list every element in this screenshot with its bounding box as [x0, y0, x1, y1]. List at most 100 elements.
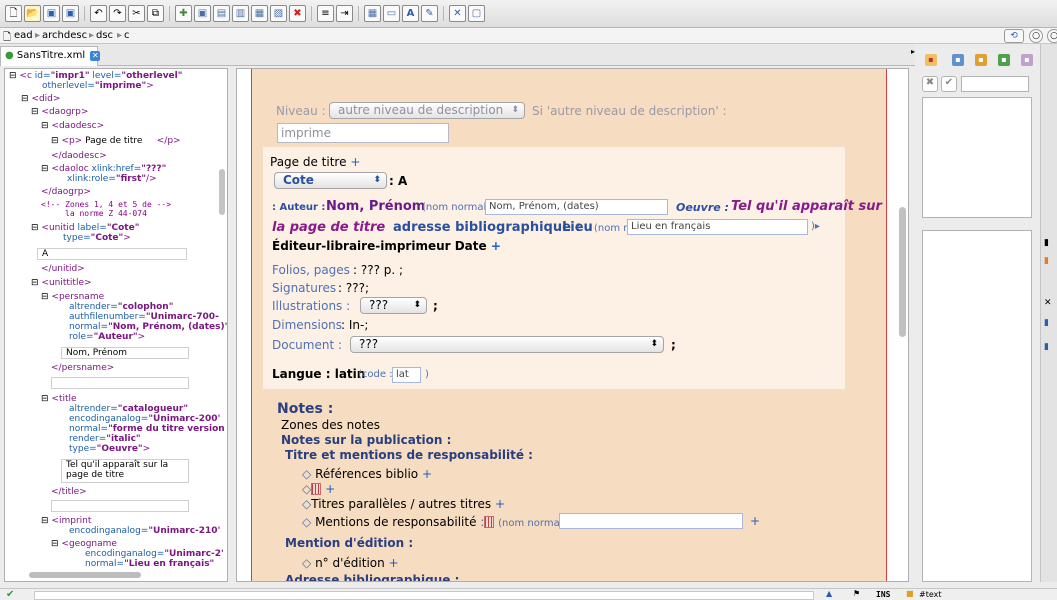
tree-node-daodesc[interactable]: ⊟ <daodesc> — [41, 121, 104, 131]
ornament-icon[interactable] — [311, 483, 322, 495]
tree-node-daogrp[interactable]: ⊟ <daogrp> — [31, 107, 88, 117]
add-element-icon[interactable]: ▪ — [925, 54, 937, 66]
text-a-icon[interactable]: A — [402, 5, 419, 22]
table-icon[interactable]: ▦ — [364, 5, 381, 22]
add-child-icon[interactable]: ▪ — [952, 54, 964, 66]
attribute-list[interactable] — [922, 97, 1032, 218]
command-input[interactable] — [34, 591, 814, 600]
folios-value[interactable]: : ??? p. ; — [353, 263, 403, 277]
tree-node-imprint[interactable]: ⊟ <imprint — [41, 516, 91, 526]
add-no-edition-button[interactable]: + — [389, 556, 399, 570]
open-folder-icon[interactable]: 📂 — [24, 5, 41, 22]
side-icon[interactable]: ▮ — [1044, 238, 1049, 248]
insert-icon[interactable]: ✚ — [175, 5, 192, 22]
add-titres-paralleles-button[interactable]: + — [495, 497, 505, 511]
tree-horizontal-scrollbar[interactable] — [29, 572, 141, 578]
element4-icon[interactable]: ▦ — [251, 5, 268, 22]
delete-icon[interactable]: ✖ — [289, 5, 306, 22]
illustrations-select[interactable]: ??? ⬍ — [360, 297, 427, 314]
add-sibling-icon[interactable]: ▪ — [975, 54, 987, 66]
fold-icon[interactable]: ⊟ — [9, 71, 17, 81]
add-editeur-button[interactable]: + — [491, 239, 501, 253]
tree-node-unitid[interactable]: ⊟ <unitid label="Cote" — [31, 223, 139, 233]
side-icon[interactable]: ✕ — [1044, 298, 1052, 308]
tree-text-persname[interactable]: Nom, Prénom — [61, 347, 189, 359]
fold-icon[interactable]: ⊟ — [41, 516, 49, 526]
mentions-nom-normal-input[interactable] — [559, 513, 743, 529]
tree-empty-text[interactable] — [51, 377, 189, 389]
titres-paralleles-item[interactable]: ◇Titres parallèles / autres titres + — [302, 497, 505, 511]
side-icon[interactable]: ▮ — [1044, 256, 1049, 266]
document-select[interactable]: ??? ⬍ — [350, 336, 664, 353]
form-vertical-scrollbar[interactable] — [899, 207, 906, 337]
tree-node-unittitle[interactable]: ⊟ <unittitle> — [31, 278, 92, 288]
text-node[interactable]: Page de titre — [85, 136, 142, 146]
indent-icon[interactable]: ⇥ — [336, 5, 353, 22]
confirm-button[interactable]: ✔ — [941, 76, 957, 92]
add-refs-biblio-button[interactable]: + — [422, 467, 432, 481]
add-page-titre-button[interactable]: + — [350, 155, 360, 169]
tab-sanstitre[interactable]: ● SansTitre.xml ✕ — [0, 46, 101, 66]
panel-arrow-icon[interactable]: ▸ — [911, 47, 915, 56]
validate-icon[interactable]: ✕ — [449, 5, 466, 22]
save-as-icon[interactable]: ▣ — [62, 5, 79, 22]
breadcrumb-item-c[interactable]: c — [124, 30, 130, 41]
tree-node-did[interactable]: ⊟ <did> — [21, 94, 60, 104]
side-icon[interactable]: ▮ — [1044, 342, 1049, 352]
fold-icon[interactable]: ⊟ — [41, 121, 49, 131]
attribute-value-input[interactable] — [961, 76, 1029, 92]
auteur-name[interactable]: Nom, Prénom — [326, 199, 425, 214]
lieu-close-arrow[interactable]: )▸ — [811, 221, 820, 232]
element5-icon[interactable]: ▧ — [270, 5, 287, 22]
new-doc-icon[interactable]: 🗋 — [5, 5, 22, 22]
tree-node-p[interactable]: ⊟ <p> Page de titre </p> — [51, 136, 181, 146]
refs-biblio-item[interactable]: ◇ Références biblio + — [302, 467, 432, 481]
fold-icon[interactable]: ⊟ — [21, 94, 29, 104]
window-icon[interactable]: ▢ — [468, 5, 485, 22]
no-edition-item[interactable]: ◇ n° d'édition + — [302, 556, 399, 570]
fold-icon[interactable]: ⊟ — [31, 107, 39, 117]
save-icon[interactable]: ▣ — [43, 5, 60, 22]
langue-code-input[interactable]: lat — [392, 367, 421, 383]
tree-node-title[interactable]: ⊟ <title — [41, 394, 77, 404]
lieu-normal-input[interactable]: Lieu en français — [627, 219, 808, 235]
form-view-pane[interactable]: Niveau : autre niveau de description ⬍ S… — [236, 68, 909, 582]
circle-button-icon[interactable]: ○ — [1029, 29, 1043, 43]
circle-button-icon[interactable]: ○ — [1047, 29, 1057, 43]
tree-empty-text[interactable] — [51, 500, 189, 512]
cote-select[interactable]: Cote ⬍ — [274, 172, 387, 189]
remove-button[interactable]: ✖ — [922, 76, 938, 92]
redo-icon[interactable]: ↷ — [109, 5, 126, 22]
tree-node-persname[interactable]: ⊟ <persname — [41, 292, 104, 302]
xml-tree-pane[interactable]: ⊟ <c id="impr1" level="otherlevel" other… — [4, 68, 228, 582]
refresh-icon[interactable]: ⟲ — [1004, 29, 1024, 43]
up-arrow-icon[interactable]: ▲ — [826, 589, 832, 598]
auteur-normal-input[interactable]: Nom, Prénom, (dates) — [485, 199, 668, 215]
move-icon[interactable]: ▪ — [1021, 54, 1033, 66]
tree-node-geogname[interactable]: ⊟ <geogname — [51, 539, 117, 549]
signatures-value[interactable]: : ???; — [338, 281, 369, 295]
fold-icon[interactable]: ⊟ — [31, 223, 39, 233]
ornament-item[interactable]: ◇ + — [302, 482, 335, 496]
element3-icon[interactable]: ▥ — [232, 5, 249, 22]
breadcrumb-item-dsc[interactable]: dsc — [96, 30, 113, 41]
fold-icon[interactable]: ⊟ — [41, 394, 49, 404]
fold-icon[interactable]: ⊟ — [51, 539, 59, 549]
add-ornament-button[interactable]: + — [325, 482, 335, 496]
breadcrumb-item-ead[interactable]: ead — [14, 30, 33, 41]
niveau-select[interactable]: autre niveau de description ⬍ — [329, 102, 525, 119]
add-mentions-button[interactable]: + — [750, 514, 760, 528]
element-icon[interactable]: ▣ — [194, 5, 211, 22]
tab-close-icon[interactable]: ✕ — [90, 51, 101, 61]
oeuvre-title-line1[interactable]: Tel qu'il apparaît sur — [731, 199, 882, 214]
element2-icon[interactable]: ▤ — [213, 5, 230, 22]
fold-icon[interactable]: ⊟ — [31, 278, 39, 288]
breadcrumb-item-archdesc[interactable]: archdesc — [42, 30, 87, 41]
mentions-resp-item[interactable]: ◇ Mentions de responsabilité : (nom norm… — [302, 515, 562, 529]
tree-vertical-scrollbar[interactable] — [219, 169, 225, 215]
cut-icon[interactable]: ✂ — [128, 5, 145, 22]
align-left-icon[interactable]: ≡ — [317, 5, 334, 22]
comment-icon[interactable]: ▭ — [383, 5, 400, 22]
lieu-value[interactable]: Lieu — [562, 220, 593, 235]
tree-node-c[interactable]: ⊟ <c id="impr1" level="otherlevel" — [9, 71, 182, 81]
